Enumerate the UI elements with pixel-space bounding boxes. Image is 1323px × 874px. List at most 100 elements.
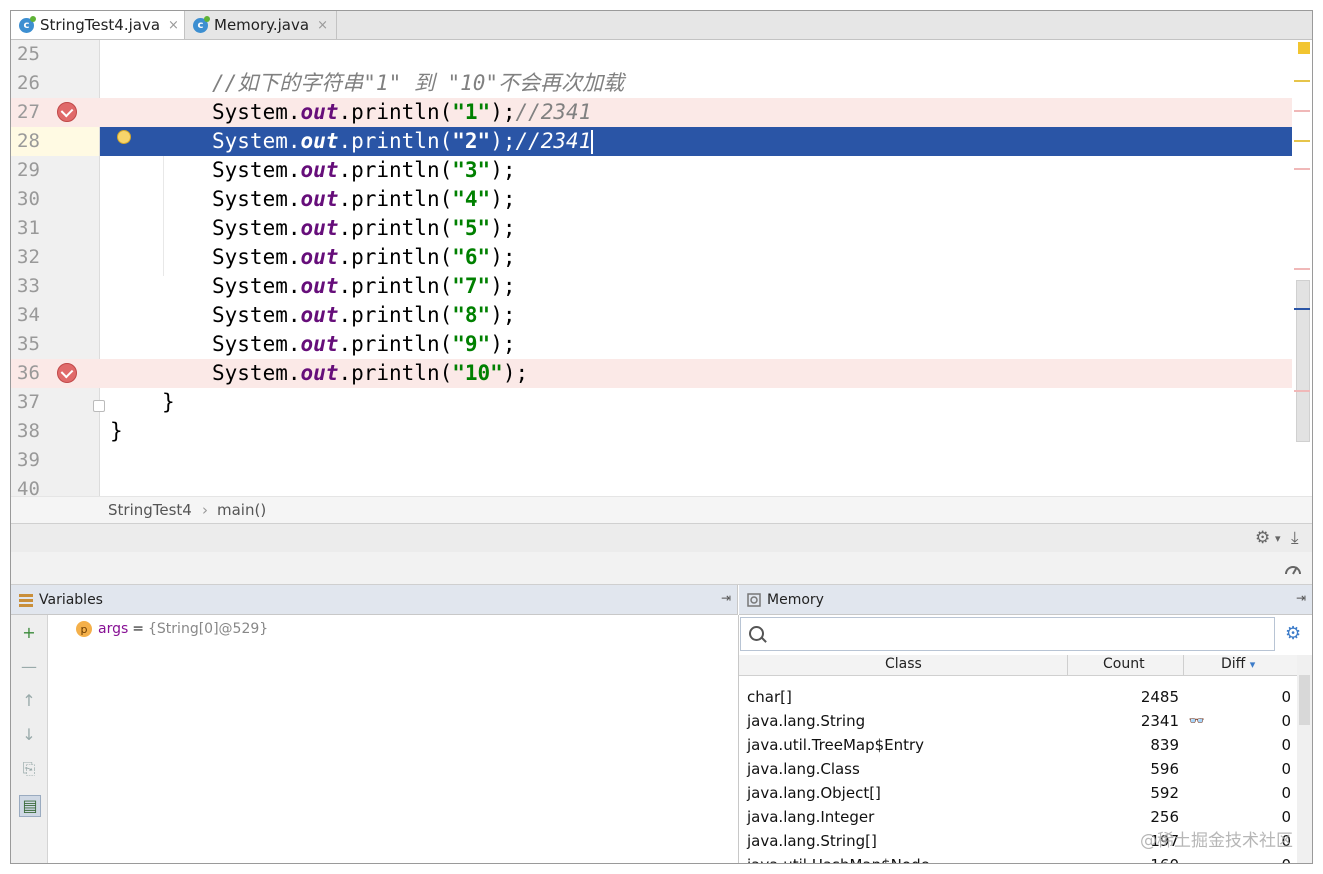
code-line[interactable]: 33 System.out.println("7"); [11,272,1299,301]
line-number: 32 [17,246,40,268]
scroll-marker [1294,110,1310,112]
variable-row[interactable]: p args = {String[0]@529} [76,621,268,637]
panel-title: Memory [767,591,824,608]
chevron-down-icon[interactable]: ▾ [1275,532,1281,545]
code-text: System.out.println("2");//2341 [212,127,594,156]
code-text: System.out.println("5"); [212,214,515,243]
code-text: System.out.println("9"); [212,330,515,359]
table-row[interactable]: java.lang.Class 596 0 [739,757,1297,781]
download-icon[interactable]: ⤓ [1291,528,1299,548]
breakpoint-icon[interactable] [57,363,77,383]
line-number: 35 [17,333,40,355]
column-diff[interactable]: Diff ▾ [1221,656,1255,672]
line-number: 28 [17,130,40,152]
table-row[interactable]: java.lang.String 2341 👓 0 [739,709,1297,733]
arrow-down-icon[interactable]: ↓ [19,725,39,745]
line-number: 34 [17,304,40,326]
code-text: } [110,417,123,446]
scroll-thumb[interactable] [1296,280,1310,442]
code-token: .println( [338,245,453,269]
instance-count: 592 [1150,784,1179,802]
code-line[interactable]: 26 //如下的字符串"1" 到 "10"不会再次加载 [11,69,1299,98]
arrow-up-icon[interactable]: ↑ [19,691,39,711]
breadcrumb-method[interactable]: main() [217,501,266,519]
scroll-marker [1294,80,1310,82]
pin-icon[interactable]: ⇥ [721,591,731,605]
table-row[interactable]: java.lang.Object[] 592 0 [739,781,1297,805]
code-token: System. [212,129,301,153]
code-line[interactable]: 32 System.out.println("6"); [11,243,1299,272]
lightbulb-icon[interactable] [117,130,131,144]
scroll-marker [1294,390,1310,392]
warning-marker-icon[interactable] [1298,42,1310,54]
code-token: .println( [338,216,453,240]
table-row[interactable]: char[] 2485 0 [739,685,1297,709]
code-line[interactable]: 38} [11,417,1299,446]
gear-icon[interactable]: ⚙ [1255,528,1270,548]
close-icon[interactable]: × [168,18,179,33]
remove-watch-icon[interactable]: — [19,657,39,677]
breadcrumb-class[interactable]: StringTest4 [108,501,192,519]
code-string: "4" [452,187,491,211]
search-icon [749,626,764,641]
column-count[interactable]: Count [1103,656,1145,672]
tab-stringtest4[interactable]: c StringTest4.java × [11,11,185,39]
code-line[interactable]: 30 System.out.println("4"); [11,185,1299,214]
memory-search-box[interactable] [740,617,1275,651]
code-line[interactable]: 28 System.out.println("2");//2341 [11,127,1312,156]
code-text: System.out.println("4"); [212,185,515,214]
table-row[interactable]: java.util.TreeMap$Entry 839 0 [739,733,1297,757]
code-editor[interactable]: 25 26//如下的字符串"1" 到 "10"不会再次加载 27 System.out… [11,40,1312,496]
scroll-thumb[interactable] [1299,675,1310,725]
code-line[interactable]: 39 [11,446,1299,475]
scroll-marker [1294,308,1310,310]
code-string: "3" [452,158,491,182]
instance-diff: 0 [1281,784,1291,802]
code-line[interactable]: 35 System.out.println("9"); [11,330,1299,359]
instance-diff: 0 [1281,808,1291,826]
track-instances-icon[interactable]: 👓 [1189,714,1205,729]
code-field: out [300,332,339,356]
gauge-icon[interactable] [1284,560,1302,576]
code-string: "1" [452,100,491,124]
gear-icon[interactable]: ⚙ [1285,623,1301,644]
line-number: 25 [17,43,40,65]
memory-scrollbar[interactable] [1297,655,1312,863]
code-line[interactable]: 29 System.out.println("3"); [11,156,1299,185]
class-name: java.lang.Integer [747,808,875,826]
instance-diff: 0 [1281,856,1291,863]
watches-toggle-icon[interactable]: ▤ [19,795,41,817]
copy-icon[interactable]: ⎘ [19,759,39,779]
code-line[interactable]: 34 System.out.println("8"); [11,301,1299,330]
breakpoint-icon[interactable] [57,102,77,122]
breadcrumb-separator: › [202,501,208,519]
code-line[interactable]: 25 [11,40,1299,69]
scroll-marker [1294,140,1310,142]
code-line[interactable]: 37} [11,388,1299,417]
instance-diff: 0 [1281,712,1291,730]
add-watch-icon[interactable]: + [19,623,39,643]
code-token: .println( [338,187,453,211]
pin-icon[interactable]: ⇥ [1296,591,1306,605]
code-string: "7" [452,274,491,298]
code-field: out [300,187,339,211]
table-row[interactable]: java.util.HashMap$Node 160 0 [739,853,1297,863]
close-icon[interactable]: × [317,18,328,33]
code-line[interactable]: 31 System.out.println("5"); [11,214,1299,243]
code-line[interactable]: 40 [11,475,1299,496]
code-token: .println( [338,361,453,385]
variables-panel-header: Variables ⇥ [11,585,738,615]
code-string: "2" [452,129,491,153]
editor-scrollbar[interactable] [1292,40,1312,496]
code-text: System.out.println("7"); [212,272,515,301]
code-line[interactable]: 27 System.out.println("1");//2341 [11,98,1299,127]
variable-equals: = [132,621,145,637]
instance-count: 596 [1150,760,1179,778]
code-line[interactable]: 36 System.out.println("10"); [11,359,1299,388]
column-class[interactable]: Class [885,656,922,672]
code-comment: //如下的字符串"1" 到 "10"不会再次加载 [212,71,625,95]
code-field: out [300,361,339,385]
tab-memory[interactable]: c Memory.java × [185,11,337,39]
column-diff-label: Diff [1221,656,1246,672]
fold-icon[interactable] [93,400,105,412]
